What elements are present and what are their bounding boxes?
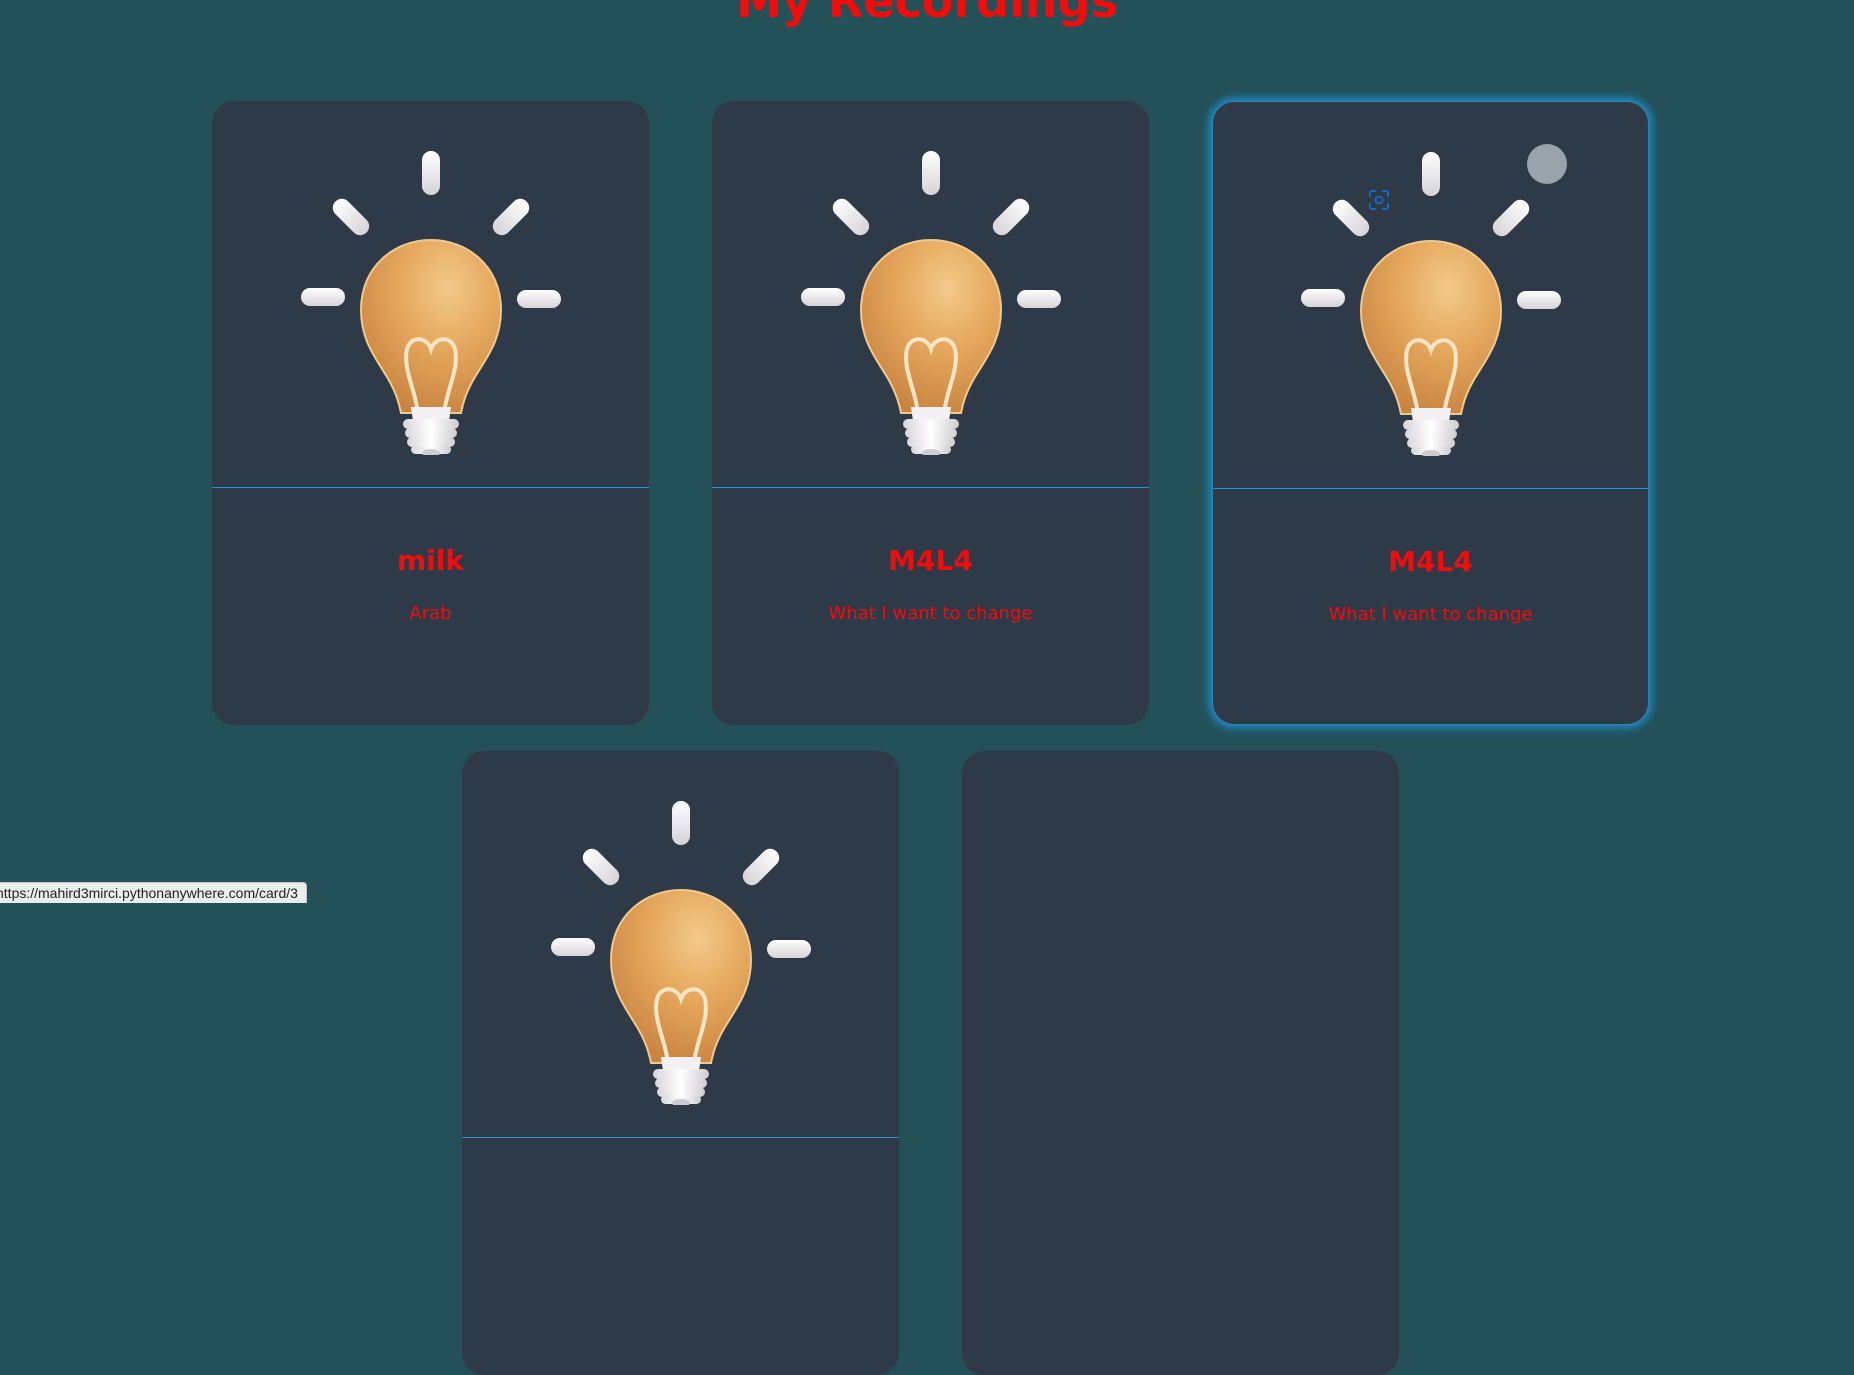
lightbulb-icon [751, 145, 1111, 455]
card-description: Arab [409, 603, 452, 624]
card-image [212, 101, 649, 488]
card-description: What I want to change [1328, 604, 1533, 625]
lightbulb-icon [501, 795, 861, 1105]
card-title: M4L4 [1388, 545, 1473, 578]
card-title: milk [397, 544, 464, 577]
recording-card[interactable] [462, 751, 899, 1375]
card-image [1213, 102, 1648, 489]
google-lens-button[interactable] [1369, 144, 1567, 210]
status-bar-url-text: https://mahird3mirci.pythonanywhere.com/… [0, 885, 298, 901]
card-description: What I want to change [828, 603, 1033, 624]
recording-card[interactable]: M4L4 What I want to change [712, 101, 1149, 725]
card-title: M4L4 [888, 544, 973, 577]
google-lens-icon [1369, 190, 1389, 210]
card-image [962, 751, 1399, 1137]
lightbulb-icon [1251, 146, 1611, 456]
page-title: My Recordings [736, 0, 1118, 28]
recording-card-hovered[interactable]: M4L4 What I want to change [1212, 101, 1649, 725]
recording-card[interactable] [962, 751, 1399, 1375]
lightbulb-icon [251, 145, 611, 455]
status-bar-url: https://mahird3mirci.pythonanywhere.com/… [0, 882, 307, 903]
card-image [462, 751, 899, 1138]
recording-card[interactable]: milk Arab [212, 101, 649, 725]
card-image [712, 101, 1149, 488]
